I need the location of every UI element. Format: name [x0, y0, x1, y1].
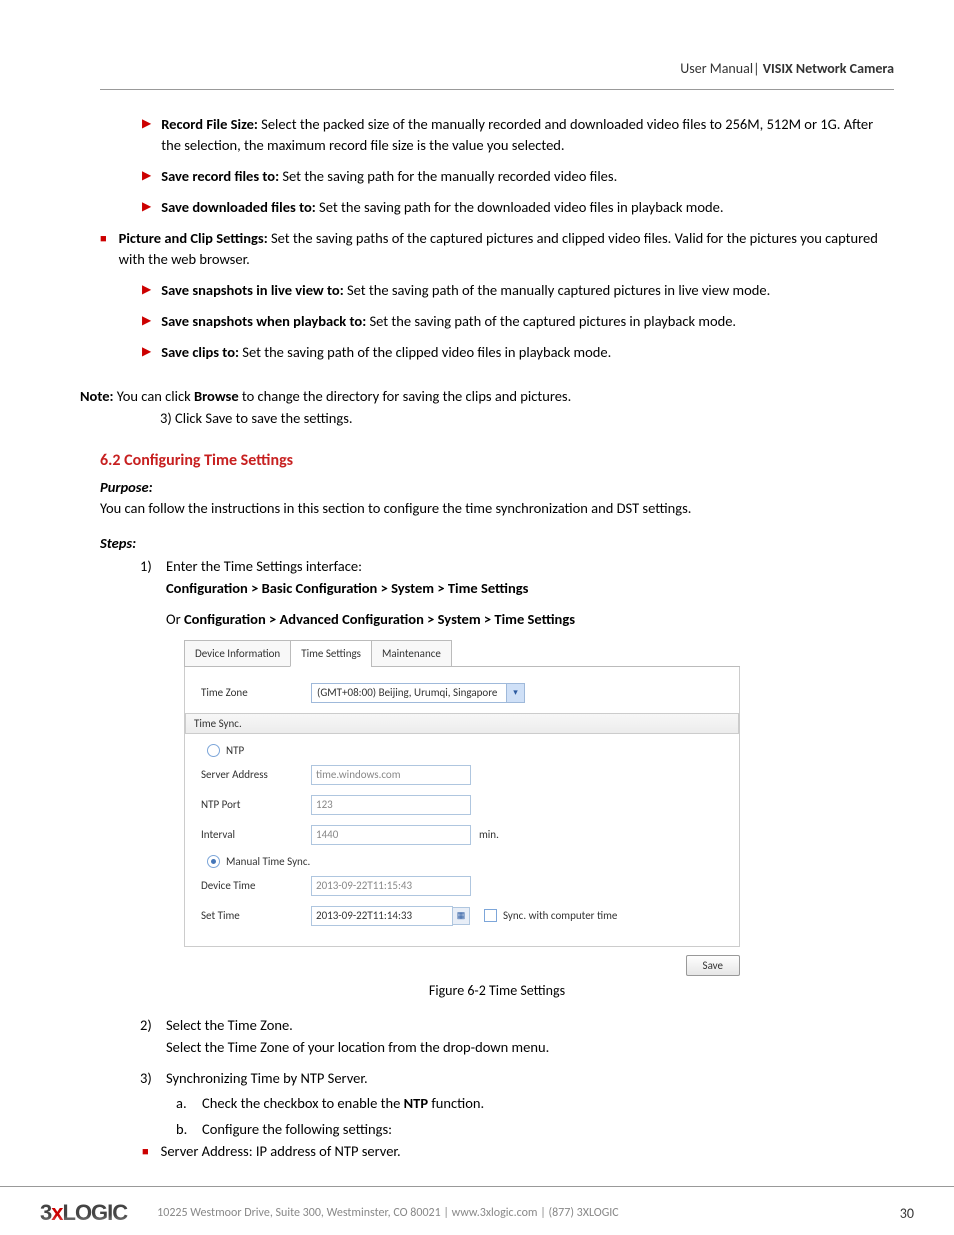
timezone-label: Time Zone — [201, 686, 311, 699]
sync-computer-checkbox[interactable] — [484, 909, 497, 922]
bullet-snapshots-playback: ▶ Save snapshots when playback to: Set t… — [142, 311, 894, 332]
set-time-input[interactable]: 2013-09-22T11:14:33 — [311, 906, 453, 926]
triangle-icon: ▶ — [142, 282, 151, 301]
radio-manual-sync[interactable]: Manual Time Sync. — [207, 855, 723, 868]
step-2: 2) Select the Time Zone. Select the Time… — [140, 1015, 894, 1059]
bullet-save-clips: ▶ Save clips to: Set the saving path of … — [142, 342, 894, 363]
calendar-icon[interactable]: ▦ — [452, 907, 470, 925]
bullet-snapshots-liveview: ▶ Save snapshots in live view to: Set th… — [142, 280, 894, 301]
purpose-text: You can follow the instructions in this … — [100, 498, 894, 518]
bullet-server-address: ■ Server Address: IP address of NTP serv… — [142, 1142, 894, 1160]
triangle-icon: ▶ — [142, 199, 151, 218]
step-save-settings: 3) Click Save to save the settings. — [160, 409, 894, 427]
server-address-label: Server Address — [201, 768, 311, 781]
ntp-port-input[interactable]: 123 — [311, 795, 471, 815]
radio-ntp[interactable]: NTP — [207, 744, 723, 757]
bullet-picture-clip-settings: ■ Picture and Clip Settings: Set the sav… — [100, 228, 894, 270]
interval-unit: min. — [479, 828, 499, 841]
figure-time-settings: Device Information Time Settings Mainten… — [184, 640, 740, 976]
ntp-port-label: NTP Port — [201, 798, 311, 811]
section-title: 6.2 Configuring Time Settings — [100, 451, 894, 470]
step-3: 3) Synchronizing Time by NTP Server. — [140, 1068, 894, 1090]
bullet-save-record-files: ▶ Save record files to: Set the saving p… — [142, 166, 894, 187]
tab-time-settings[interactable]: Time Settings — [290, 640, 372, 667]
device-time-label: Device Time — [201, 879, 311, 892]
tab-maintenance[interactable]: Maintenance — [371, 640, 452, 667]
page-header: User Manual| VISIX Network Camera — [100, 40, 894, 90]
figure-caption: Figure 6-2 Time Settings — [100, 982, 894, 999]
set-time-label: Set Time — [201, 909, 311, 922]
header-right: VISIX Network Camera — [763, 60, 894, 77]
device-time-input[interactable]: 2013-09-22T11:15:43 — [311, 876, 471, 896]
step-3a: a. Check the checkbox to enable the NTP … — [176, 1094, 894, 1112]
interval-input[interactable]: 1440 — [311, 825, 471, 845]
bullet-record-file-size: ▶ Record File Size: Select the packed si… — [142, 114, 894, 156]
save-button[interactable]: Save — [686, 955, 740, 976]
triangle-icon: ▶ — [142, 344, 151, 363]
square-icon: ■ — [100, 231, 107, 270]
server-address-input[interactable]: time.windows.com — [311, 765, 471, 785]
square-icon: ■ — [142, 1145, 149, 1160]
triangle-icon: ▶ — [142, 313, 151, 332]
purpose-label: Purpose: — [100, 478, 894, 496]
triangle-icon: ▶ — [142, 168, 151, 187]
group-time-sync: Time Sync. — [185, 713, 739, 734]
steps-label: Steps: — [100, 534, 894, 552]
config-path-2: Or Configuration > Advanced Configuratio… — [166, 610, 894, 628]
config-path-1: Configuration > Basic Configuration > Sy… — [166, 579, 528, 597]
interval-label: Interval — [201, 828, 311, 841]
header-left: User Manual — [680, 60, 753, 77]
timezone-select[interactable]: (GMT+08:00) Beijing, Urumqi, Singapore ▾ — [311, 683, 525, 703]
sync-computer-label: Sync. with computer time — [503, 909, 617, 922]
chevron-down-icon: ▾ — [506, 684, 524, 702]
step-1: 1) Enter the Time Settings interface: Co… — [140, 556, 894, 600]
triangle-icon: ▶ — [142, 116, 151, 156]
note-line: Note: You can click Browse to change the… — [80, 387, 894, 405]
tab-device-information[interactable]: Device Information — [184, 640, 291, 667]
step-3b: b. Configure the following settings: — [176, 1120, 894, 1138]
bullet-save-downloaded-files: ▶ Save downloaded files to: Set the savi… — [142, 197, 894, 218]
